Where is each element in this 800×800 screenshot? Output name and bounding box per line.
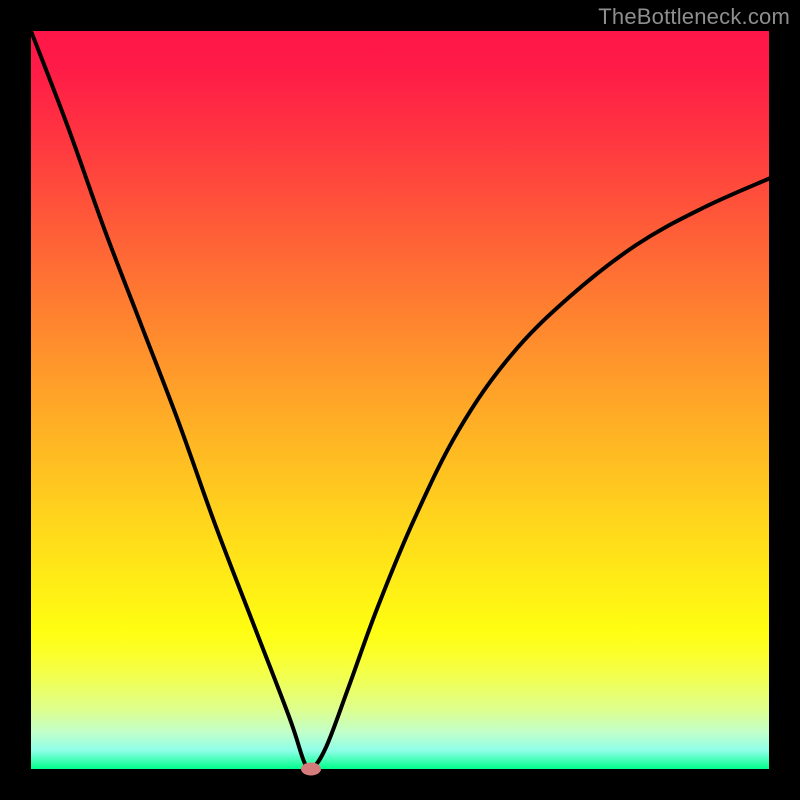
watermark-text: TheBottleneck.com (598, 4, 790, 30)
optimal-point-marker (301, 763, 321, 776)
bottleneck-curve (31, 31, 769, 769)
plot-area (31, 31, 769, 769)
chart-frame: TheBottleneck.com (0, 0, 800, 800)
